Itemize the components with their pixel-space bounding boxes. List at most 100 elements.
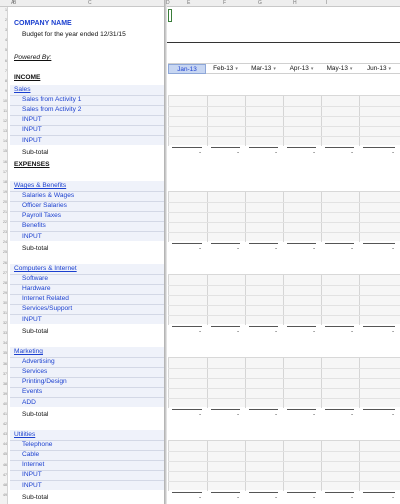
column-letter-g[interactable]: G: [258, 0, 262, 7]
month-header-apr-13[interactable]: Apr-13 ▾: [283, 64, 320, 74]
row-number[interactable]: 44: [0, 442, 8, 447]
line-item[interactable]: Services: [22, 367, 47, 377]
category-wages[interactable]: Wages & Benefits: [14, 181, 66, 191]
row-number[interactable]: 10: [0, 99, 8, 104]
subtotal-value[interactable]: -: [392, 328, 394, 336]
row-number[interactable]: 35: [0, 351, 8, 356]
subtotal-value[interactable]: -: [351, 149, 353, 157]
row-number[interactable]: 49: [0, 493, 8, 498]
column-letter-h[interactable]: H: [293, 0, 297, 7]
subtotal-value[interactable]: -: [199, 149, 201, 157]
row-number[interactable]: 15: [0, 149, 8, 154]
row-number[interactable]: 41: [0, 412, 8, 417]
category-marketing[interactable]: Marketing: [14, 347, 43, 357]
row-number[interactable]: 33: [0, 331, 8, 336]
row-number[interactable]: 29: [0, 291, 8, 296]
row-number[interactable]: 4: [0, 38, 8, 43]
row-number[interactable]: 24: [0, 240, 8, 245]
subtotal-value[interactable]: -: [199, 494, 201, 502]
value-grid-utilities[interactable]: [168, 439, 400, 492]
value-grid-marketing[interactable]: [168, 356, 400, 409]
row-number[interactable]: 21: [0, 210, 8, 215]
subtotal-value[interactable]: -: [313, 328, 315, 336]
value-grid-sales[interactable]: [168, 94, 400, 147]
subtotal-value[interactable]: -: [351, 411, 353, 419]
row-number[interactable]: 13: [0, 129, 8, 134]
subtotal-value[interactable]: -: [313, 245, 315, 253]
row-number[interactable]: 36: [0, 362, 8, 367]
subtotal-value[interactable]: -: [275, 245, 277, 253]
category-sales[interactable]: Sales: [14, 85, 31, 95]
filter-dropdown-icon[interactable]: ▾: [311, 66, 314, 72]
subtotal-label-computers[interactable]: Sub-total: [22, 327, 48, 337]
row-number[interactable]: 45: [0, 452, 8, 457]
subtotal-value[interactable]: -: [199, 328, 201, 336]
row-number[interactable]: 9: [0, 89, 8, 94]
row-number[interactable]: 26: [0, 261, 8, 266]
subtotal-value[interactable]: -: [275, 494, 277, 502]
subtotal-value[interactable]: -: [237, 149, 239, 157]
row-number[interactable]: 8: [0, 79, 8, 84]
income-heading[interactable]: INCOME: [14, 73, 40, 83]
filter-dropdown-icon[interactable]: ▾: [235, 66, 238, 72]
line-item[interactable]: Payroll Taxes: [22, 211, 61, 221]
filter-dropdown-icon[interactable]: ▾: [273, 66, 276, 72]
subtotal-value[interactable]: -: [351, 494, 353, 502]
column-letter-c[interactable]: C: [88, 0, 92, 7]
subtotal-value[interactable]: -: [237, 328, 239, 336]
row-number[interactable]: 46: [0, 463, 8, 468]
subtotal-label-sales[interactable]: Sub-total: [22, 148, 48, 158]
subtotal-value[interactable]: -: [275, 411, 277, 419]
subtotal-value[interactable]: -: [275, 149, 277, 157]
row-number[interactable]: 30: [0, 301, 8, 306]
month-header-jan-13[interactable]: Jan-13: [168, 64, 206, 74]
expenses-heading[interactable]: EXPENSES: [14, 160, 50, 170]
row-number[interactable]: 17: [0, 170, 8, 175]
row-number[interactable]: 11: [0, 109, 8, 114]
line-item[interactable]: INPUT: [22, 136, 42, 146]
month-header-mar-13[interactable]: Mar-13 ▾: [245, 64, 282, 74]
month-header-feb-13[interactable]: Feb-13 ▾: [207, 64, 244, 74]
row-number[interactable]: 28: [0, 281, 8, 286]
line-item[interactable]: ADD: [22, 398, 36, 408]
line-item[interactable]: Services/Support: [22, 304, 72, 314]
row-number[interactable]: 32: [0, 321, 8, 326]
subtotal-label-utilities[interactable]: Sub-total: [22, 493, 48, 503]
line-item[interactable]: INPUT: [22, 115, 42, 125]
column-letter-i[interactable]: I: [326, 0, 327, 7]
row-number[interactable]: 23: [0, 230, 8, 235]
row-number[interactable]: 20: [0, 200, 8, 205]
subtotal-value[interactable]: -: [199, 245, 201, 253]
line-item[interactable]: Sales from Activity 1: [22, 95, 81, 105]
column-letter-b[interactable]: B: [13, 0, 16, 7]
subtotal-value[interactable]: -: [237, 411, 239, 419]
line-item[interactable]: Internet: [22, 460, 44, 470]
subtotal-value[interactable]: -: [237, 245, 239, 253]
row-number[interactable]: 6: [0, 59, 8, 64]
row-number[interactable]: 48: [0, 483, 8, 488]
subtotal-value[interactable]: -: [392, 245, 394, 253]
active-cell-indicator[interactable]: [168, 9, 172, 22]
row-number[interactable]: 47: [0, 473, 8, 478]
column-letter-f[interactable]: F: [223, 0, 226, 7]
line-item[interactable]: Benefits: [22, 221, 46, 231]
value-grid-computers[interactable]: [168, 273, 400, 326]
subtotal-value[interactable]: -: [351, 328, 353, 336]
line-item[interactable]: Salaries & Wages: [22, 191, 74, 201]
line-item[interactable]: Sales from Activity 2: [22, 105, 81, 115]
row-number[interactable]: 2: [0, 18, 8, 23]
line-item[interactable]: INPUT: [22, 315, 42, 325]
row-number[interactable]: 37: [0, 372, 8, 377]
row-number[interactable]: 12: [0, 119, 8, 124]
row-number[interactable]: 5: [0, 48, 8, 53]
line-item[interactable]: Telephone: [22, 440, 52, 450]
row-number[interactable]: 18: [0, 180, 8, 185]
subtotal-value[interactable]: -: [351, 245, 353, 253]
line-item[interactable]: INPUT: [22, 125, 42, 135]
row-number[interactable]: 7: [0, 69, 8, 74]
filter-dropdown-icon[interactable]: ▾: [389, 66, 392, 72]
line-item[interactable]: Events: [22, 387, 42, 397]
column-letter-e[interactable]: E: [187, 0, 190, 7]
row-number[interactable]: 42: [0, 422, 8, 427]
row-number[interactable]: 19: [0, 190, 8, 195]
